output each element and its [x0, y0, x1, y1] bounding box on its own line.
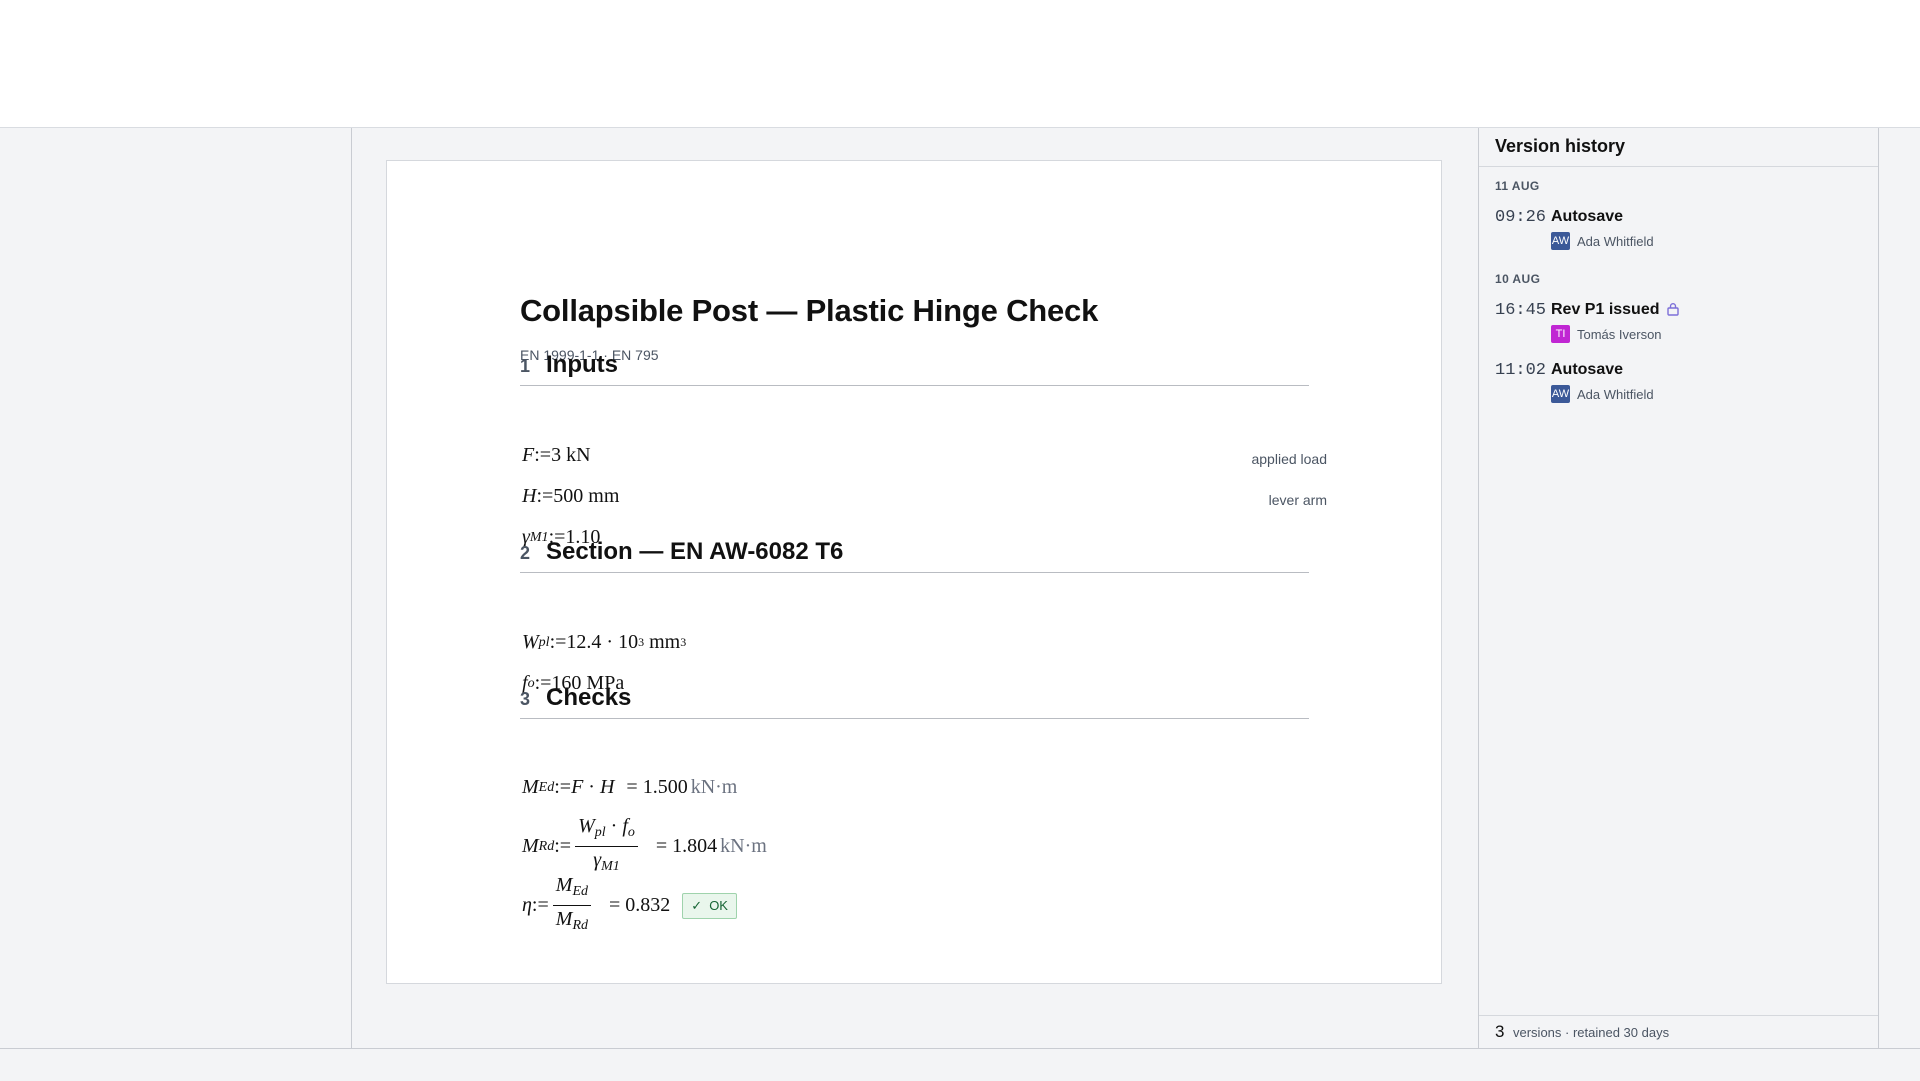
operand: F: [571, 776, 584, 798]
result-unit: kN·m: [690, 776, 738, 798]
document-page[interactable]: Collapsible Post — Plastic Hinge Check E…: [386, 160, 1442, 984]
note-applied-load: applied load: [1251, 451, 1327, 467]
panel-title: Version history: [1495, 136, 1626, 156]
subscript: Rd: [572, 918, 588, 933]
operand: W: [578, 815, 595, 837]
symbol: H: [522, 485, 537, 507]
version-author: AW Ada Whitfield: [1551, 232, 1654, 250]
check-MEd[interactable]: M Ed := F · H = 1.500 kN·m: [522, 776, 737, 799]
ok-status-badge: ✓ OK: [682, 892, 737, 919]
symbol: F: [522, 444, 535, 466]
version-count: 3: [1495, 1022, 1505, 1041]
version-author: TI Tomás Iverson: [1551, 325, 1662, 343]
version-time: 09:26: [1495, 208, 1547, 227]
result: = 1.804: [655, 835, 718, 857]
badge-label: OK: [709, 898, 728, 913]
version-label: Autosave: [1551, 208, 1624, 225]
result: = 1.500: [626, 776, 688, 798]
section-number: 1: [520, 356, 531, 376]
date-group-label: 10 AUG: [1495, 272, 1541, 286]
author-name: Tomás Iverson: [1577, 326, 1662, 342]
version-time: 11:02: [1495, 361, 1547, 380]
unit: mm: [644, 631, 681, 653]
check-icon: ✓: [691, 897, 703, 913]
check-MRd[interactable]: M Rd := Wpl · fo γM1 = 1.804 kN·m: [522, 814, 767, 879]
operand: H: [599, 776, 615, 798]
status-bar: [0, 1048, 1920, 1081]
avatar: AW: [1551, 232, 1570, 250]
define-operator: :=: [536, 485, 554, 507]
avatar: AW: [1551, 385, 1570, 403]
subscript: pl: [594, 825, 606, 840]
section-title: Checks: [546, 684, 632, 711]
operand: M: [555, 908, 573, 930]
avatar: TI: [1551, 325, 1570, 343]
subscript: Ed: [572, 884, 588, 899]
section-title: Inputs: [546, 351, 618, 378]
author-name: Ada Whitfield: [1577, 233, 1654, 249]
symbol: M: [522, 776, 539, 798]
define-operator: :=: [554, 835, 572, 857]
check-utilisation[interactable]: η := MEd MRd = 0.832 ✓ OK: [522, 873, 737, 938]
symbol: W: [522, 631, 539, 653]
input-H[interactable]: H := 500 mm: [522, 485, 619, 508]
version-author: AW Ada Whitfield: [1551, 385, 1654, 403]
numerator: MEd: [552, 873, 591, 906]
value: 12.4 · 10: [566, 631, 639, 653]
version-history-panel: Version history 11 AUG 09:26 Autosave AW…: [1478, 128, 1879, 1048]
version-label: Rev P1 issued: [1551, 301, 1680, 321]
operator: ·: [583, 776, 600, 798]
section-Wpl[interactable]: Wpl := 12.4 · 10 3 mm 3: [522, 631, 686, 654]
section-heading-checks[interactable]: 3 Checks: [520, 674, 1309, 719]
author-name: Ada Whitfield: [1577, 386, 1654, 402]
date-group-label: 11 AUG: [1495, 179, 1540, 193]
unit-exponent: 3: [680, 635, 687, 649]
section-number: 3: [520, 689, 531, 709]
document-title: Collapsible Post — Plastic Hinge Check: [520, 293, 1099, 328]
version-label: Autosave: [1551, 361, 1624, 378]
result-unit: kN·m: [720, 835, 767, 857]
top-toolbar: [0, 0, 1920, 128]
fraction: MEd MRd: [552, 873, 591, 938]
note-lever-arm: lever arm: [1268, 492, 1327, 508]
numerator: Wpl · fo: [575, 814, 638, 847]
define-operator: :=: [554, 776, 572, 798]
fraction: Wpl · fo γM1: [575, 814, 638, 879]
value: 500 mm: [553, 485, 620, 507]
version-time: 16:45: [1495, 301, 1547, 320]
value: 3 kN: [551, 444, 591, 466]
result: = 0.832: [609, 894, 671, 916]
subscript: M1: [601, 859, 620, 874]
operator: ·: [605, 815, 623, 837]
section-heading-inputs[interactable]: 1 Inputs: [520, 341, 1309, 386]
symbol: η: [522, 894, 532, 916]
left-pane: [0, 128, 352, 1048]
symbol: M: [522, 835, 539, 857]
section-number: 2: [520, 543, 531, 563]
operand: M: [555, 874, 573, 896]
panel-divider: [1479, 166, 1878, 167]
section-title: Section — EN AW-6082 T6: [546, 538, 844, 565]
retention-text: versions · retained 30 days: [1513, 1025, 1670, 1040]
panel-footer: 3 versions · retained 30 days: [1479, 1015, 1878, 1048]
version-label-text: Rev P1 issued: [1551, 301, 1660, 318]
subscript: Rd: [538, 838, 555, 854]
input-F[interactable]: F := 3 kN: [522, 444, 591, 467]
operand: γ: [593, 849, 602, 871]
section-heading-material[interactable]: 2 Section — EN AW-6082 T6: [520, 528, 1309, 573]
denominator: MRd: [556, 906, 588, 938]
define-operator: :=: [549, 631, 567, 653]
lock-icon: [1666, 302, 1680, 321]
subscript: pl: [538, 634, 550, 650]
subscript: Ed: [538, 779, 555, 795]
subscript: o: [627, 825, 635, 840]
define-operator: :=: [531, 894, 549, 916]
define-operator: :=: [534, 444, 552, 466]
